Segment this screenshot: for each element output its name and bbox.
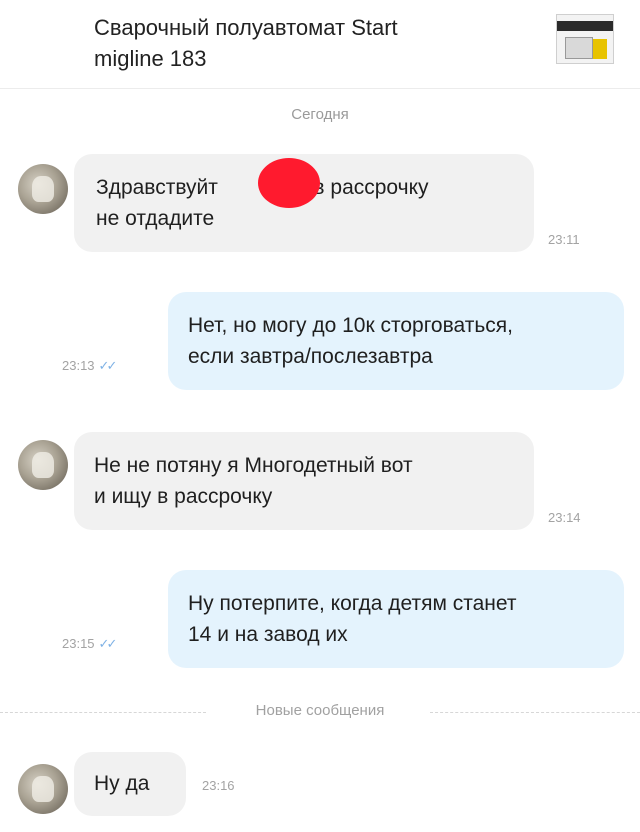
- message-text: Нет, но могу до 10к сторговаться,: [188, 314, 513, 337]
- date-divider: Сегодня: [291, 106, 349, 123]
- double-check-icon: ✓✓: [98, 358, 118, 373]
- message-text: Здравствуйт: [96, 176, 218, 199]
- message-text: не отдадите: [96, 207, 215, 230]
- message-meta: 23:15 ✓✓: [62, 636, 118, 652]
- new-messages-label: Новые сообщения: [255, 702, 385, 719]
- message-meta: 23:13 ✓✓: [62, 358, 118, 374]
- listing-title-line1: Сварочный полуавтомат Start: [94, 15, 398, 40]
- message-time: 23:16: [202, 778, 235, 793]
- message-text: и ищу в рассрочку: [94, 485, 273, 508]
- listing-title-line2: migline 183: [94, 46, 207, 71]
- listing-title[interactable]: Сварочный полуавтомат Start migline 183: [94, 12, 514, 74]
- avatar[interactable]: [18, 164, 68, 214]
- message-text: Не не потяну я Многодетный вот: [94, 454, 413, 477]
- chat-header: Сварочный полуавтомат Start migline 183: [0, 0, 640, 89]
- double-check-icon: ✓✓: [98, 636, 118, 651]
- message-time: 23:13: [62, 358, 95, 373]
- message-text: если завтра/послезавтра: [188, 345, 433, 368]
- message-bubble-incoming: Не не потяну я Многодетный вот и ищу в р…: [74, 432, 581, 530]
- avatar[interactable]: [18, 764, 68, 814]
- message-bubble-outgoing: Ну потерпите, когда детям станет 14 и на…: [168, 570, 624, 668]
- message-bubble-outgoing: Нет, но могу до 10к сторговаться, если з…: [168, 292, 624, 390]
- message-text: Ну потерпите, когда детям станет: [188, 592, 517, 615]
- message-time: 23:11: [548, 232, 580, 247]
- listing-thumbnail[interactable]: [556, 14, 614, 64]
- redaction-mark: [258, 158, 320, 208]
- new-messages-divider: Новые сообщения: [0, 702, 640, 722]
- message-text: 14 и на завод их: [188, 623, 348, 646]
- avatar[interactable]: [18, 440, 68, 490]
- message-text: Ну да: [94, 772, 150, 795]
- message-time: 23:14: [548, 510, 581, 525]
- message-bubble-incoming: Ну да: [74, 752, 186, 816]
- message-time: 23:15: [62, 636, 95, 651]
